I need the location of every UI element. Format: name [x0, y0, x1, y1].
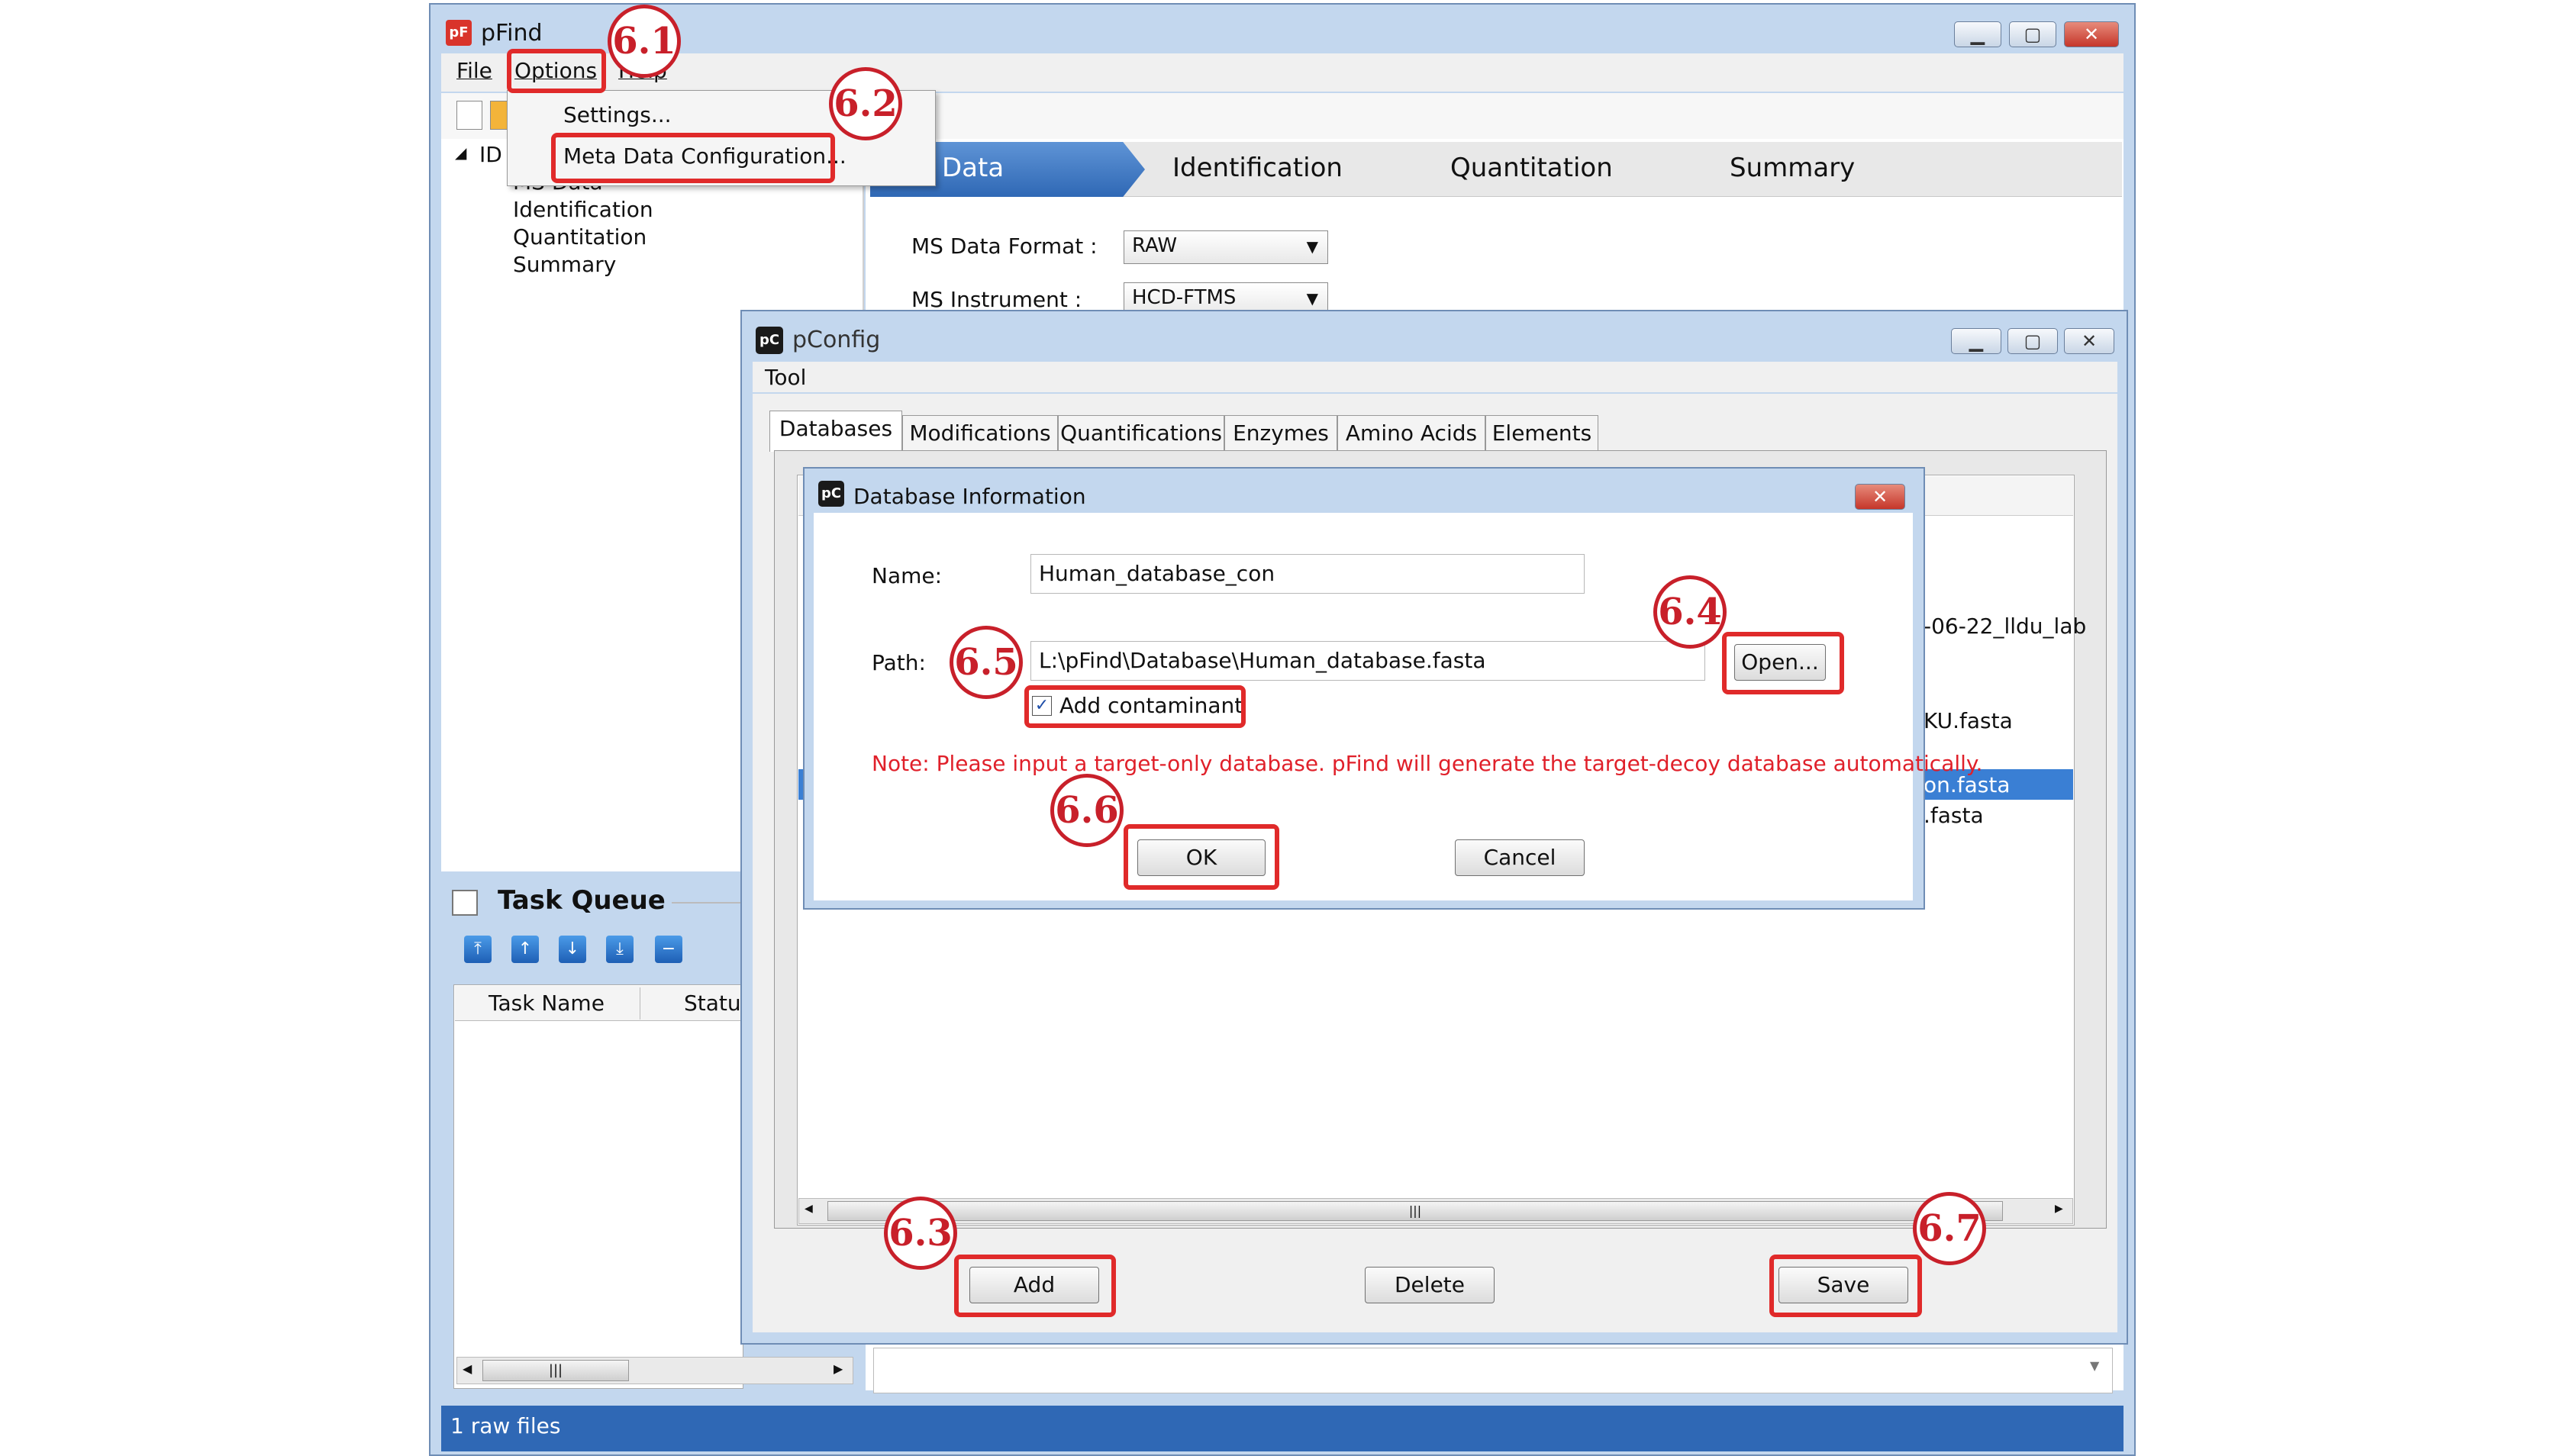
status-text: 1 raw files: [450, 1413, 561, 1438]
move-bottom-icon[interactable]: ⤓: [606, 936, 634, 963]
task-queue-title: Task Queue: [498, 885, 666, 916]
menu-file[interactable]: File: [456, 58, 492, 83]
move-top-icon[interactable]: ⤒: [464, 936, 492, 963]
move-down-icon[interactable]: ↓: [559, 936, 586, 963]
pconfig-window-title: pConfig: [792, 327, 881, 353]
callout-6-3: 6.3: [884, 1197, 957, 1270]
ms-data-format-value: RAW: [1132, 234, 1178, 257]
scroll-left-icon[interactable]: ◀: [805, 1203, 813, 1215]
highlight-add-contaminant: [1024, 685, 1246, 728]
task-queue-table: [453, 984, 743, 1389]
callout-6-7: 6.7: [1913, 1192, 1986, 1265]
log-pane: [873, 1348, 2113, 1393]
tree-item-quantitation[interactable]: Quantitation: [513, 224, 647, 250]
callout-6-1: 6.1: [608, 5, 681, 78]
column-task-name[interactable]: Task Name: [489, 991, 605, 1016]
menu-tool[interactable]: Tool: [765, 365, 806, 390]
minimize-button[interactable]: ▁: [1954, 21, 2001, 47]
path-input-value: L:\pFind\Database\Human_database.fasta: [1039, 648, 1486, 673]
pconfig-close-button[interactable]: ✕: [2064, 328, 2114, 354]
highlight-add-button: [954, 1255, 1116, 1317]
callout-6-4: 6.4: [1653, 575, 1727, 649]
name-input-value: Human_database_con: [1039, 561, 1275, 586]
callout-6-6: 6.6: [1050, 774, 1124, 847]
dialog-title: Database Information: [853, 484, 1086, 509]
ms-data-format-label: MS Data Format :: [911, 234, 1098, 259]
chevron-down-icon: ▼: [1306, 237, 1318, 256]
tab-quantitation[interactable]: Quantitation: [1450, 153, 1613, 183]
pconfig-logo-icon: pC: [756, 327, 783, 354]
ms-instrument-value: HCD-FTMS: [1132, 286, 1237, 309]
highlight-ok-button: [1124, 824, 1279, 890]
new-file-icon[interactable]: [456, 101, 482, 130]
close-button[interactable]: ✕: [2064, 21, 2119, 47]
maximize-button[interactable]: ▢: [2009, 21, 2056, 47]
path-label: Path:: [872, 650, 926, 675]
tree-root[interactable]: ID: [479, 142, 502, 167]
scroll-right-icon[interactable]: ▶: [2055, 1203, 2063, 1215]
tab-data-label: Data: [942, 153, 1005, 183]
dialog-close-button[interactable]: ✕: [1855, 484, 1905, 510]
tab-summary[interactable]: Summary: [1730, 153, 1855, 183]
pfind-window-title: pFind: [481, 20, 543, 47]
task-queue-icon: [452, 890, 478, 916]
cancel-button[interactable]: Cancel: [1455, 839, 1585, 876]
highlight-save-button: [1769, 1255, 1922, 1317]
pconfig-minimize-button[interactable]: ▁: [1951, 328, 2001, 354]
tree-expand-icon[interactable]: ◢: [455, 143, 466, 162]
list-item[interactable]: .fasta: [1924, 803, 1984, 828]
highlight-meta-data-configuration: [551, 133, 835, 183]
tab-enzymes[interactable]: Enzymes: [1224, 415, 1337, 452]
chevron-down-icon: ▼: [1306, 289, 1318, 308]
delete-button[interactable]: Delete: [1365, 1267, 1495, 1303]
callout-6-5: 6.5: [950, 626, 1023, 699]
callout-6-2: 6.2: [829, 67, 902, 140]
highlight-open-button: [1722, 632, 1844, 694]
ms-instrument-label: MS Instrument :: [911, 287, 1082, 312]
list-item[interactable]: -06-22_lldu_lab: [1924, 614, 2086, 639]
name-input[interactable]: Human_database_con: [1030, 554, 1585, 594]
scroll-down-icon[interactable]: ▼: [2090, 1358, 2099, 1373]
tree-item-identification[interactable]: Identification: [513, 197, 653, 222]
list-item[interactable]: KU.fasta: [1924, 708, 2013, 733]
pconfig-menu-bar: [753, 362, 2117, 392]
pconfig-maximize-button[interactable]: ▢: [2007, 328, 2058, 354]
task-queue-divider: [672, 902, 740, 904]
scroll-thumb[interactable]: |||: [827, 1201, 2003, 1221]
path-input[interactable]: L:\pFind\Database\Human_database.fasta: [1030, 641, 1705, 681]
remove-task-icon[interactable]: −: [655, 936, 682, 963]
tab-amino-acids[interactable]: Amino Acids: [1337, 415, 1485, 452]
menu-bar: [441, 53, 2123, 92]
tab-modifications[interactable]: Modifications: [902, 415, 1058, 452]
pfind-logo-icon: pF: [446, 20, 472, 46]
column-status[interactable]: Statu: [684, 991, 741, 1016]
scroll-thumb[interactable]: |||: [482, 1360, 629, 1381]
tab-elements[interactable]: Elements: [1485, 415, 1598, 452]
move-up-icon[interactable]: ↑: [511, 936, 539, 963]
tab-quantifications[interactable]: Quantifications: [1058, 415, 1224, 452]
scroll-left-icon[interactable]: ◀: [463, 1361, 472, 1376]
tab-identification[interactable]: Identification: [1172, 153, 1343, 183]
target-only-note: Note: Please input a target-only databas…: [872, 751, 1983, 776]
dialog-logo-icon: pC: [818, 481, 844, 507]
menu-item-settings[interactable]: Settings...: [563, 102, 672, 127]
highlight-options-menu: [507, 49, 606, 93]
status-bar: [441, 1406, 2123, 1451]
tree-item-summary[interactable]: Summary: [513, 252, 616, 277]
ms-data-format-select[interactable]: RAW ▼: [1124, 230, 1328, 264]
tab-databases[interactable]: Databases: [769, 411, 902, 452]
scroll-right-icon[interactable]: ▶: [834, 1361, 843, 1376]
name-label: Name:: [872, 563, 943, 588]
